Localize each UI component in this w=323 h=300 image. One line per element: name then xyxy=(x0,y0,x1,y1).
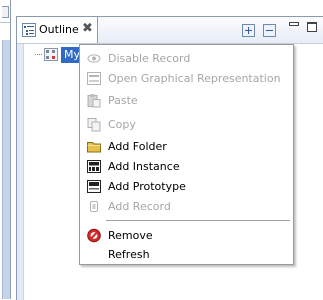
ins-badge-icon xyxy=(87,160,101,173)
tab-outline-label: Outline xyxy=(39,23,79,36)
left-view-tab-edge[interactable] xyxy=(2,6,9,18)
outline-view-header: Outline ✖ xyxy=(17,17,323,44)
context-menu: Disable Record Open Graphical Representa… xyxy=(79,44,294,265)
menu-item-add-instance[interactable]: Add Instance xyxy=(81,157,292,176)
record-icon xyxy=(90,201,98,212)
pro-badge-icon xyxy=(87,180,101,193)
minimize-view-button[interactable] xyxy=(289,22,299,26)
outline-icon xyxy=(22,23,36,37)
menu-item-add-folder[interactable]: Add Folder xyxy=(81,137,292,156)
menu-item-label: Open Graphical Representation xyxy=(108,72,281,85)
menu-item-label: Copy xyxy=(108,118,136,131)
menu-item-label: Add Prototype xyxy=(108,180,186,193)
menu-item-label: Remove xyxy=(108,229,153,242)
menu-item-label: Paste xyxy=(108,94,138,107)
tree-connector xyxy=(35,54,42,56)
remove-icon xyxy=(87,228,101,243)
menu-item-label: Add Instance xyxy=(108,160,180,173)
maximize-view-button[interactable] xyxy=(307,22,317,32)
collapse-all-button[interactable] xyxy=(263,24,276,37)
menu-item-label: Add Record xyxy=(108,200,171,213)
outline-scrollbar[interactable] xyxy=(17,44,24,300)
folder-icon xyxy=(87,142,101,153)
left-view-edge xyxy=(0,0,11,299)
menu-item-remove[interactable]: Remove xyxy=(81,226,292,245)
clipboard-icon xyxy=(87,94,101,108)
menu-item-label: Refresh xyxy=(108,248,150,261)
close-icon[interactable]: ✖ xyxy=(81,22,94,35)
expand-all-button[interactable] xyxy=(242,24,255,37)
pro-badge-icon xyxy=(87,72,101,85)
menu-item-add-prototype[interactable]: Add Prototype xyxy=(81,177,292,196)
menu-item-refresh[interactable]: Refresh xyxy=(81,245,292,264)
menu-separator xyxy=(106,220,290,221)
copy-icon xyxy=(87,118,101,132)
left-view-scrollbar[interactable] xyxy=(2,40,10,299)
menu-item-label: Add Folder xyxy=(108,140,167,153)
menu-item-disable-record[interactable]: Disable Record xyxy=(81,49,292,68)
menu-item-paste[interactable]: Paste xyxy=(81,91,292,110)
menu-item-copy[interactable]: Copy xyxy=(81,115,292,134)
record-grid-icon xyxy=(44,48,58,61)
menu-item-add-record[interactable]: Add Record xyxy=(81,197,292,216)
tab-outline[interactable]: Outline ✖ xyxy=(17,17,98,43)
eye-icon xyxy=(87,54,101,63)
menu-item-open-graphical-representation[interactable]: Open Graphical Representation xyxy=(81,69,292,88)
left-view-tab-strip xyxy=(0,0,10,23)
menu-item-label: Disable Record xyxy=(108,52,191,65)
